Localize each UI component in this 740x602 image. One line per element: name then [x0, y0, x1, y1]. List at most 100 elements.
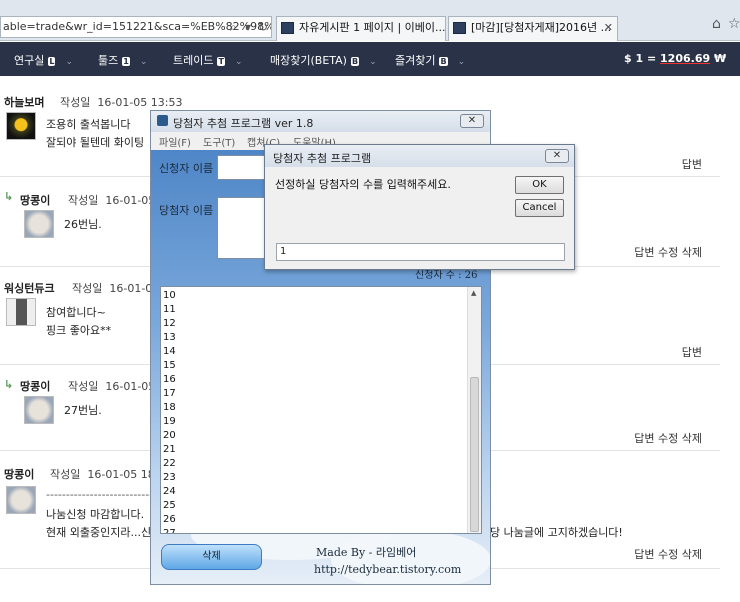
list-item[interactable]: 21 — [163, 443, 176, 457]
tab-label: [마감][당첨자게재]2016년 ... — [471, 21, 612, 34]
delete-button[interactable]: 삭제 — [161, 544, 262, 570]
date-value: 16-01-05 — [105, 194, 156, 207]
nav-label: 연구실 — [14, 54, 45, 67]
list-item[interactable]: 20 — [163, 429, 176, 443]
comment-text: 참여합니다~ — [46, 306, 106, 319]
avatar — [6, 298, 36, 326]
list-item[interactable]: 13 — [163, 331, 176, 345]
comment-text: 핑크 좋아요** — [46, 324, 112, 337]
app-icon — [157, 115, 168, 126]
refresh-icon[interactable]: ↻ — [258, 17, 268, 37]
comment-author[interactable]: 땅콩이 — [20, 378, 50, 394]
input-dialog: 당첨자 추첨 프로그램 ✕ 선정하실 당첨자의 수를 입력해주세요. OK Ca… — [264, 144, 575, 270]
avatar — [6, 486, 36, 514]
date-value: 16-01-05 — [105, 380, 156, 393]
window-title: 당첨자 추첨 프로그램 ver 1.8 — [173, 117, 314, 130]
comment-author[interactable]: 땅콩이 — [20, 192, 50, 208]
comment-date: 작성일 16-01-05 18: — [50, 466, 159, 482]
list-item[interactable]: 23 — [163, 471, 176, 485]
comment-author[interactable]: 하늘보며 — [4, 94, 44, 110]
nav-item-tools[interactable]: 툴즈 1 ⌄ — [98, 52, 147, 68]
list-item[interactable]: 15 — [163, 359, 176, 373]
address-bar[interactable]: able=trade&wr_id=151221&sca=%EB%82%98% ⌕… — [0, 16, 272, 38]
menu-file[interactable]: 파일(F) — [159, 134, 191, 149]
dialog-title: 당첨자 추첨 프로그램 — [273, 152, 372, 165]
browser-chrome: able=trade&wr_id=151221&sca=%EB%82%98% ⌕… — [0, 0, 740, 41]
comment-author[interactable]: 땅콩이 — [4, 466, 34, 482]
chevron-down-icon: ⌄ — [369, 57, 377, 67]
date-value: 16-01-05 13:53 — [97, 96, 183, 109]
nav-item-trade[interactable]: 트레이드 T ⌄ — [173, 52, 243, 68]
nav-item-store[interactable]: 매장찾기(BETA) B ⌄ — [270, 52, 377, 68]
nav-label: 툴즈 — [98, 54, 119, 67]
nav-label: 매장찾기(BETA) — [270, 54, 347, 67]
list-item[interactable]: 10 — [163, 289, 176, 303]
chevron-down-icon: ⌄ — [457, 57, 466, 67]
nav-badge: L — [48, 56, 56, 66]
home-icon[interactable]: ⌂ — [712, 16, 721, 32]
close-button[interactable]: ✕ — [545, 149, 569, 163]
date-label: 작성일 — [72, 282, 103, 295]
comment-text: 현재 외출중인지라...신 — [46, 526, 152, 539]
made-by-credit: Made By - 라임베어 — [316, 546, 417, 559]
reply-arrow-icon: ↳ — [4, 190, 14, 203]
comment-actions[interactable]: 답변 수정 삭제 — [634, 546, 702, 562]
list-item[interactable]: 27 — [163, 527, 176, 533]
date-label: 작성일 — [68, 194, 99, 207]
winner-count-input[interactable]: 1 — [276, 243, 565, 261]
dropdown-icon[interactable]: ▾ — [245, 17, 251, 37]
chevron-down-icon: ⌄ — [139, 57, 148, 67]
list-item[interactable]: 17 — [163, 387, 176, 401]
rate-unit: ₩ — [713, 52, 727, 65]
comment-text: 잘되야 될텐데 화이팅 — [46, 136, 145, 149]
list-item[interactable]: 26 — [163, 513, 176, 527]
chevron-down-icon: ⌄ — [65, 57, 74, 67]
comment-text: 나눔신청 마감합니다. — [46, 508, 145, 521]
list-item[interactable]: 11 — [163, 303, 176, 317]
rate-prefix: $ 1 = — [624, 52, 657, 65]
site-credit: http://tedybear.tistory.com — [314, 563, 462, 576]
comment-actions[interactable]: 답변 수정 삭제 — [634, 430, 702, 446]
close-tab-icon[interactable]: ✕ — [604, 17, 613, 39]
comment-date: 작성일 16-01-05 — [72, 280, 159, 296]
list-item[interactable]: 12 — [163, 317, 176, 331]
list-item[interactable]: 14 — [163, 345, 176, 359]
comment-text: 조용히 출석봅니다 — [46, 118, 131, 131]
list-item[interactable]: 19 — [163, 415, 176, 429]
list-item[interactable]: 25 — [163, 499, 176, 513]
search-icon[interactable]: ⌕ — [230, 17, 237, 37]
favicon-icon — [281, 22, 294, 34]
window-titlebar[interactable]: 당첨자 추첨 프로그램 ver 1.8 ✕ — [151, 111, 490, 132]
dialog-message: 선정하실 당첨자의 수를 입력해주세요. — [275, 178, 451, 191]
list-item[interactable]: 24 — [163, 485, 176, 499]
list-scrollbar[interactable]: ▲ — [467, 287, 481, 533]
list-item[interactable]: 22 — [163, 457, 176, 471]
comment-author[interactable]: 워싱턴듀크 — [4, 280, 55, 296]
scroll-up-icon[interactable]: ▲ — [471, 289, 476, 297]
ok-button[interactable]: OK — [515, 176, 564, 194]
nav-item-lab[interactable]: 연구실 L ⌄ — [14, 52, 73, 68]
dialog-titlebar[interactable]: 당첨자 추첨 프로그램 ✕ — [265, 145, 574, 167]
list-item[interactable]: 18 — [163, 401, 176, 415]
comment-actions[interactable]: 답변 수정 삭제 — [634, 244, 702, 260]
nav-badge: B — [350, 56, 360, 66]
date-label: 작성일 — [68, 380, 99, 393]
nav-item-favorites[interactable]: 즐겨찾기 B ⌄ — [395, 52, 465, 68]
comment-date: 작성일 16-01-05 13:53 — [60, 94, 183, 110]
nav-badge: B — [439, 56, 448, 66]
scroll-thumb[interactable] — [470, 377, 479, 532]
comment-actions[interactable]: 답변 — [682, 156, 702, 172]
star-icon[interactable]: ☆ — [728, 16, 740, 32]
avatar — [24, 396, 54, 424]
comment-actions[interactable]: 답변 — [682, 344, 702, 360]
close-button[interactable]: ✕ — [460, 114, 484, 128]
tab-2[interactable]: [마감][당첨자게재]2016년 ... ✕ — [448, 16, 618, 41]
reply-arrow-icon: ↳ — [4, 378, 14, 391]
applicant-list[interactable]: 10 11 12 13 14 15 16 17 18 19 20 21 22 2… — [160, 286, 482, 534]
menu-tools[interactable]: 도구(T) — [203, 134, 235, 149]
list-item[interactable]: 16 — [163, 373, 176, 387]
cancel-button[interactable]: Cancel — [515, 199, 564, 217]
date-label: 작성일 — [50, 468, 81, 481]
tab-1[interactable]: 자유게시판 1 페이지 | 이베이... — [276, 16, 446, 41]
avatar — [24, 210, 54, 238]
